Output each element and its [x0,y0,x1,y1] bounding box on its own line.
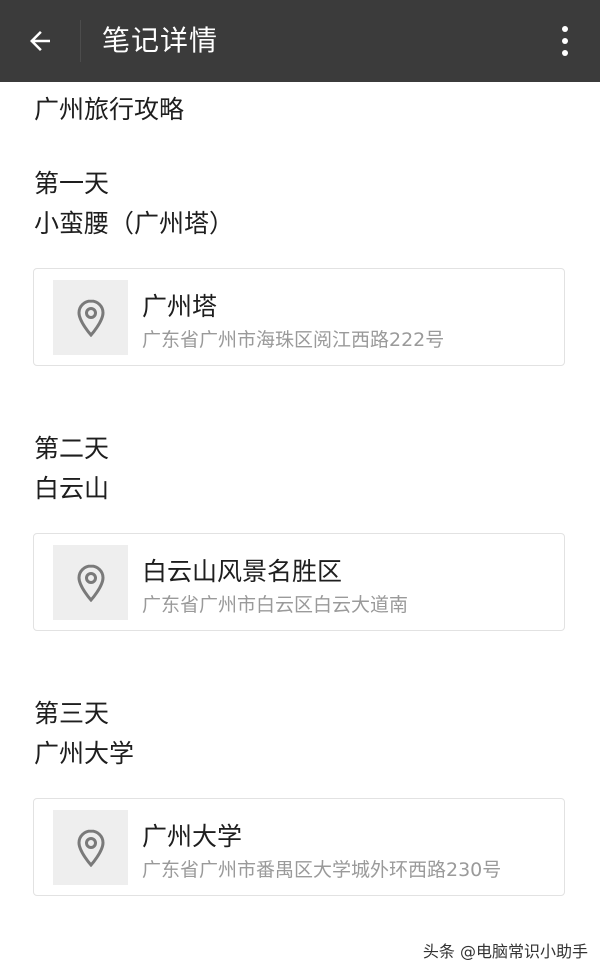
map-pin-icon [76,563,105,602]
note-title: 广州旅行攻略 [34,95,185,124]
location-name: 广州塔 [142,292,218,321]
day-place: 广州大学 [34,739,135,768]
more-options-button[interactable] [550,18,580,64]
location-icon-box [53,810,128,885]
watermark: 头条 @电脑常识小助手 [422,942,588,961]
location-address: 广东省广州市番禺区大学城外环西路230号 [142,859,502,881]
day-label: 第三天 [34,699,110,728]
location-name: 广州大学 [142,822,243,851]
location-card[interactable]: 白云山风景名胜区 广东省广州市白云区白云大道南 [33,533,565,631]
location-name: 白云山风景名胜区 [142,557,343,586]
header-divider [80,20,81,62]
arrow-left-icon [30,31,50,51]
location-icon-box [53,545,128,620]
location-address: 广东省广州市海珠区阅江西路222号 [142,329,445,351]
location-card[interactable]: 广州大学 广东省广州市番禺区大学城外环西路230号 [33,798,565,896]
more-vertical-icon [562,26,568,32]
day-label: 第一天 [34,169,110,198]
location-icon-box [53,280,128,355]
page-title: 笔记详情 [102,24,219,57]
map-pin-icon [76,298,105,337]
app-bar: 笔记详情 [0,0,600,82]
back-button[interactable] [14,15,66,67]
location-card[interactable]: 广州塔 广东省广州市海珠区阅江西路222号 [33,268,565,366]
day-label: 第二天 [34,434,110,463]
day-place: 小蛮腰（广州塔） [34,209,235,238]
location-address: 广东省广州市白云区白云大道南 [142,594,409,616]
map-pin-icon [76,828,105,867]
day-place: 白云山 [34,474,110,503]
